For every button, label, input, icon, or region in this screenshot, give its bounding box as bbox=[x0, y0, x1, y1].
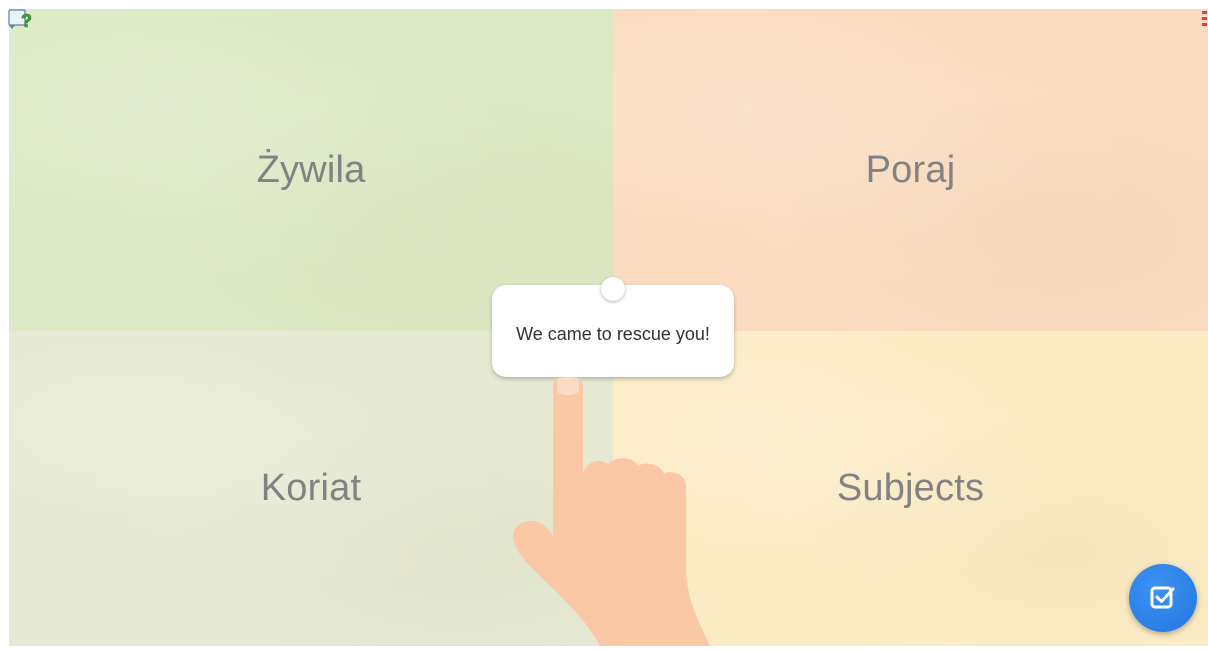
tutorial-text: We came to rescue you! bbox=[516, 324, 710, 344]
bubble-knob bbox=[601, 277, 625, 301]
check-button[interactable] bbox=[1129, 564, 1197, 632]
quadrant-bottom-left[interactable]: Koriat bbox=[9, 331, 613, 646]
checkbox-check-icon bbox=[1150, 586, 1175, 609]
svg-text:?: ? bbox=[21, 11, 32, 31]
quadrant-label: Subjects bbox=[836, 467, 985, 509]
quadrant-label: Poraj bbox=[865, 148, 956, 191]
corner-marker-icon[interactable] bbox=[1196, 8, 1208, 28]
quadrant-bottom-right[interactable]: Subjects bbox=[613, 331, 1208, 646]
help-icon[interactable]: ? bbox=[8, 8, 34, 32]
quadrant-top-right[interactable]: Poraj bbox=[613, 9, 1208, 331]
quadrant-top-left[interactable]: Żywila bbox=[9, 9, 613, 331]
quadrant-label: Żywila bbox=[256, 148, 366, 191]
quadrant-label: Koriat bbox=[260, 467, 362, 509]
